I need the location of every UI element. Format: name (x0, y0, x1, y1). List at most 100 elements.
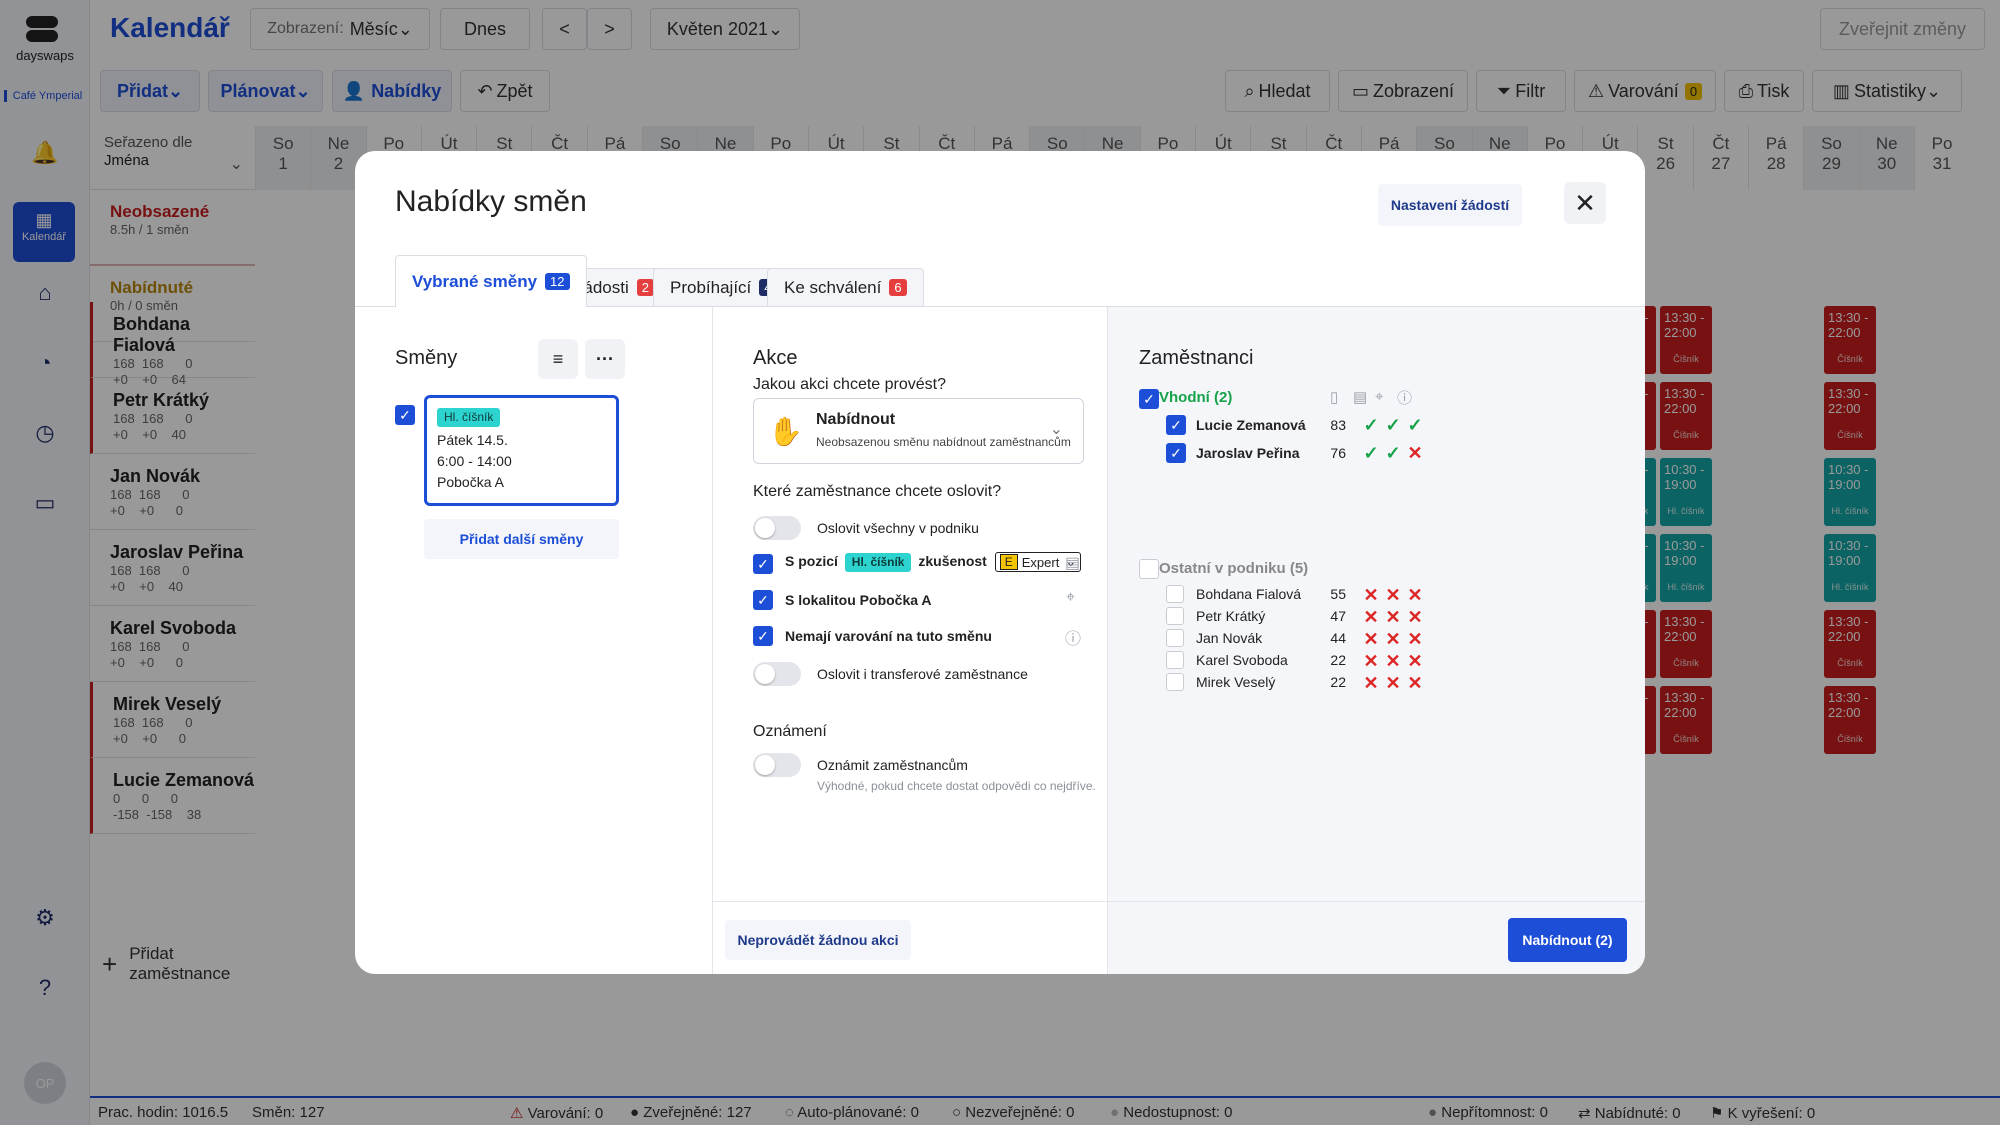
employee-name: Jan Novák (1196, 630, 1263, 646)
cross-icon: ✕ (1407, 443, 1423, 463)
all-venue-label: Oslovit všechny v podniku (817, 520, 979, 536)
employee-name: Karel Svoboda (1196, 652, 1288, 668)
cross-icon: ✕ (1407, 607, 1423, 627)
cross-icon: ✕ (1385, 629, 1401, 649)
employee-name: Mirek Veselý (1196, 674, 1276, 690)
employees-column: Zaměstnanci ✓ Vhodní (2) ▯ ▤ ⌖ ⓘ ✓ Lucie … (1108, 307, 1645, 974)
employee-score: 44 (1330, 630, 1346, 646)
shifts-column: Směny ≡ ··· ✓ Hl. číšník Pátek 14.5. 6:0… (355, 307, 713, 974)
cross-icon: ✕ (1385, 585, 1401, 605)
cross-icon: ✕ (1385, 607, 1401, 627)
employees-title: Zaměstnanci (1139, 347, 1254, 369)
action-select[interactable]: ✋ Nabídnout Neobsazenou směnu nabídnout … (753, 398, 1084, 464)
request-settings-button[interactable]: Nastavení žádostí (1378, 184, 1522, 226)
sort-lines-icon: ≡ (552, 348, 564, 369)
tab-count: 2 (636, 279, 654, 296)
cross-icon: ✕ (1385, 673, 1401, 693)
modal-title: Nabídky směn (395, 185, 587, 218)
suitable-group-label: Vhodní (2) (1159, 389, 1233, 406)
employee-checkbox[interactable] (1166, 607, 1184, 625)
check-icon: ✓ (1407, 415, 1423, 435)
notify-toggle[interactable] (753, 753, 801, 777)
experience-label: zkušenost (918, 553, 987, 569)
location-checkbox[interactable]: ✓ (753, 590, 773, 610)
employee-score: 22 (1330, 652, 1346, 668)
check-icon: ✓ (1170, 444, 1182, 461)
notify-title: Oznámení (753, 723, 827, 740)
shift-date: Pátek 14.5. (437, 432, 508, 448)
employee-checkbox[interactable] (1166, 585, 1184, 603)
add-more-shifts-button[interactable]: Přidat další směny (424, 519, 619, 559)
modal-footer (713, 901, 1645, 902)
suitable-group-checkbox[interactable]: ✓ (1139, 389, 1159, 409)
check-icon: ✓ (1363, 443, 1379, 463)
location-pin-icon: ⌖ (1066, 589, 1076, 606)
tab-count: 12 (545, 273, 570, 290)
employee-checkbox[interactable]: ✓ (1166, 443, 1186, 463)
notify-hint: Výhodné, pokud chcete dostat odpovědi co… (817, 779, 1096, 793)
tab-label: Probíhající (670, 277, 752, 297)
sort-button[interactable]: ≡ (538, 339, 578, 379)
cross-icon: ✕ (1385, 651, 1401, 671)
position-filter: S pozicí Hl. číšník zkušenost E Expert ⌄ (785, 552, 1082, 572)
check-icon: ✓ (1170, 416, 1182, 433)
tab-to-approve[interactable]: Ke schválení 6 (767, 268, 924, 306)
shift-checkbox[interactable]: ✓ (395, 405, 415, 425)
action-column: Akce Jakou akci chcete provést? ✋ Nabídn… (713, 307, 1108, 974)
info-icon: ⓘ (1397, 390, 1413, 407)
no-warnings-checkbox[interactable]: ✓ (753, 626, 773, 646)
shift-offers-modal: Nabídky směn Nastavení žádostí ✕ Vybrané… (355, 151, 1645, 974)
book-icon: ▯ (1330, 389, 1339, 406)
tab-selected-shifts[interactable]: Vybrané směny 12 (395, 255, 587, 307)
employee-checkbox[interactable]: ✓ (1166, 415, 1186, 435)
others-group-label: Ostatní v podniku (5) (1159, 560, 1309, 577)
more-button[interactable]: ··· (585, 339, 625, 379)
action-selected-desc: Neobsazenou směnu nabídnout zaměstnancům (816, 435, 1071, 449)
with-position-label: S pozicí (785, 553, 838, 569)
experience-value: Expert (1021, 554, 1060, 570)
check-icon: ✓ (399, 406, 411, 423)
employee-checkbox[interactable] (1166, 673, 1184, 691)
offer-button[interactable]: Nabídnout (2) (1508, 918, 1627, 962)
clipboard-icon: ▤ (1065, 555, 1081, 572)
employee-score: 55 (1330, 586, 1346, 602)
chevron-down-icon: ⌄ (1049, 421, 1063, 438)
cross-icon: ✕ (1407, 651, 1423, 671)
tab-label: Ke schválení (784, 277, 882, 297)
action-question: Jakou akci chcete provést? (753, 376, 946, 393)
shift-location: Pobočka A (437, 474, 504, 490)
employee-score: 76 (1330, 445, 1346, 461)
cross-icon: ✕ (1363, 651, 1379, 671)
check-icon: ✓ (1143, 390, 1155, 407)
check-icon: ✓ (757, 591, 769, 608)
more-icon: ··· (596, 348, 614, 369)
experience-code: E (999, 554, 1018, 570)
shift-card[interactable]: Hl. číšník Pátek 14.5. 6:00 - 14:00 Pobo… (424, 395, 619, 506)
transfer-toggle[interactable] (753, 662, 801, 686)
no-action-button[interactable]: Neprovádět žádnou akci (725, 920, 911, 960)
location-pin-icon: ⌖ (1375, 388, 1384, 405)
employee-name: Jaroslav Peřina (1196, 445, 1300, 461)
position-chip: Hl. číšník (437, 408, 501, 427)
close-button[interactable]: ✕ (1564, 182, 1606, 224)
others-group-checkbox[interactable] (1139, 559, 1159, 579)
cross-icon: ✕ (1407, 585, 1423, 605)
cross-icon: ✕ (1363, 629, 1379, 649)
position-chip: Hl. číšník (844, 553, 912, 572)
check-icon: ✓ (757, 555, 769, 572)
all-venue-toggle[interactable] (753, 516, 801, 540)
action-title: Akce (753, 347, 798, 369)
employee-score: 83 (1330, 417, 1346, 433)
action-selected-title: Nabídnout (816, 411, 896, 428)
employee-name: Lucie Zemanová (1196, 417, 1306, 433)
employee-checkbox[interactable] (1166, 629, 1184, 647)
position-checkbox[interactable]: ✓ (753, 554, 773, 574)
transfer-label: Oslovit i transferové zaměstnance (817, 666, 1028, 682)
with-location-label: S lokalitou Pobočka A (785, 592, 932, 608)
check-icon: ✓ (1363, 415, 1379, 435)
employee-checkbox[interactable] (1166, 651, 1184, 669)
cross-icon: ✕ (1363, 673, 1379, 693)
hand-offer-icon: ✋ (768, 416, 803, 447)
tab-label: Vybrané směny (412, 271, 538, 291)
close-icon: ✕ (1574, 187, 1596, 218)
